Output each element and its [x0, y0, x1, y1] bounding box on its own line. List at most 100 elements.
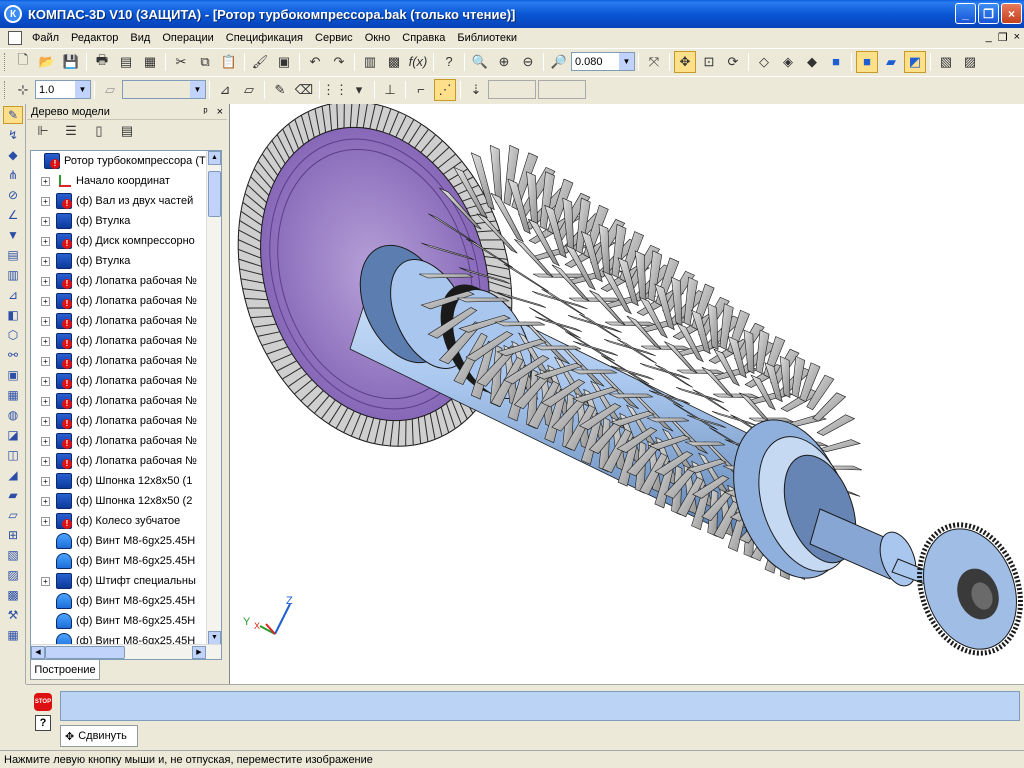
hole-icon[interactable]: ◍ — [3, 406, 23, 424]
section-icon[interactable]: ◩ — [904, 50, 926, 73]
expand-toggle-icon[interactable]: + — [41, 216, 50, 226]
tree-item[interactable]: + (ф) Лопатка рабочая № — [31, 431, 221, 451]
expand-toggle-icon[interactable]: + — [41, 276, 50, 286]
sketch-icon[interactable]: ✎ — [269, 79, 291, 101]
document-icon[interactable] — [8, 31, 22, 45]
macro-icon[interactable]: ⊞ — [3, 526, 23, 544]
minimize-button[interactable]: _ — [955, 3, 976, 24]
scroll-down-icon[interactable]: ▼ — [208, 631, 221, 645]
zoom-window-icon[interactable]: 🔍 — [469, 51, 491, 73]
copy-icon[interactable]: ⧉ — [194, 51, 216, 73]
tree-item[interactable]: + (ф) Диск компрессорно — [31, 231, 221, 251]
zoom-fit-icon[interactable]: ⊡ — [698, 51, 720, 73]
tab-move[interactable]: ✥ Сдвинуть — [60, 725, 138, 747]
tree-item[interactable]: + (ф) Вал из двух частей — [31, 191, 221, 211]
close-button[interactable]: × — [1001, 3, 1022, 24]
tree-item[interactable]: + (ф) Втулка — [31, 251, 221, 271]
menu-edit[interactable]: Редактор — [65, 30, 124, 46]
expand-toggle-icon[interactable]: + — [41, 376, 50, 386]
auxiliary-geometry-icon[interactable]: ⊘ — [3, 186, 23, 204]
expand-toggle-icon[interactable]: + — [41, 196, 50, 206]
sheet-metal-icon[interactable]: ▰ — [3, 486, 23, 504]
parametric-icon[interactable]: ▨ — [3, 566, 23, 584]
coordinates-icon[interactable]: ⇣ — [465, 79, 487, 101]
mdi-close-button[interactable]: × — [1014, 31, 1020, 44]
tree-horizontal-scrollbar[interactable]: ◀ ▶ — [31, 644, 221, 659]
spatial-curves-icon[interactable]: ↯ — [3, 126, 23, 144]
filters-icon[interactable]: ▼ — [3, 226, 23, 244]
scroll-thumb-horizontal[interactable] — [45, 646, 125, 659]
diagnostics-icon[interactable]: ◧ — [3, 306, 23, 324]
tree-item[interactable]: Ротор турбокомпрессора (Т — [31, 151, 221, 171]
tree-item[interactable]: + (ф) Лопатка рабочая № — [31, 411, 221, 431]
expand-toggle-icon[interactable]: + — [41, 336, 50, 346]
tree-item[interactable]: + (ф) Лопатка рабочая № — [31, 351, 221, 371]
tree-item[interactable]: (ф) Винт М8-6gх25.45Н — [31, 591, 221, 611]
view-manager-icon[interactable]: ▨ — [959, 51, 981, 73]
shaded-edges-icon[interactable]: ■ — [856, 50, 878, 73]
menu-specification[interactable]: Спецификация — [220, 30, 309, 46]
round-icon[interactable]: ⌐ — [410, 79, 432, 101]
tree-item[interactable]: + (ф) Колесо зубчатое — [31, 511, 221, 531]
coordinate-system-icon[interactable]: ⊹ — [12, 79, 34, 101]
tab-construction[interactable]: Построение — [30, 660, 100, 680]
edit-tools-icon[interactable]: ✎ — [3, 106, 23, 124]
coord-y-field[interactable] — [538, 80, 586, 99]
shell-icon[interactable]: ◫ — [3, 446, 23, 464]
tree-item[interactable]: + (ф) Втулка — [31, 211, 221, 231]
chevron-down-icon[interactable]: ▼ — [75, 81, 90, 98]
pin-icon[interactable]: ᵖ — [203, 106, 207, 118]
tree-refresh-icon[interactable]: ▤ — [116, 120, 138, 142]
menu-view[interactable]: Вид — [124, 30, 156, 46]
expand-toggle-icon[interactable]: + — [41, 456, 50, 466]
close-icon[interactable]: × — [217, 106, 223, 118]
export-icon[interactable]: ▦ — [139, 51, 161, 73]
tree-item[interactable]: (ф) Винт М8-6gх25.45Н — [31, 611, 221, 631]
tree-vertical-scrollbar[interactable]: ▲ ▼ — [206, 151, 221, 645]
layer-icon[interactable]: ▱ — [99, 79, 121, 101]
tree-item[interactable]: + (ф) Лопатка рабочая № — [31, 311, 221, 331]
mates-icon[interactable]: ⚯ — [3, 346, 23, 364]
menu-libraries[interactable]: Библиотеки — [451, 30, 523, 46]
toolbar-grip[interactable] — [4, 80, 7, 99]
assembly-icon[interactable]: ⬡ — [3, 326, 23, 344]
orthogonal-icon[interactable]: ⊥ — [379, 79, 401, 101]
surface-patch-icon[interactable]: ▱ — [3, 506, 23, 524]
eraser-icon[interactable]: ⌫ — [293, 79, 315, 101]
scroll-right-icon[interactable]: ▶ — [192, 646, 206, 659]
library-manager-icon[interactable]: ▧ — [3, 546, 23, 564]
help-icon[interactable]: ? — [35, 715, 51, 731]
rotor-3d-model[interactable]: Z Y X — [230, 101, 1024, 684]
zoom-scale-icon[interactable]: 🔎 — [548, 51, 570, 73]
preview-icon[interactable]: ▤ — [115, 51, 137, 73]
manager-icon[interactable]: ▥ — [359, 51, 381, 73]
scroll-left-icon[interactable]: ◀ — [31, 646, 45, 659]
surfaces-icon[interactable]: ◆ — [3, 146, 23, 164]
tree-structure-icon[interactable]: ⊩ — [32, 120, 54, 142]
model-viewport[interactable]: Z Y X — [229, 101, 1024, 684]
menu-help[interactable]: Справка — [396, 30, 451, 46]
menu-operations[interactable]: Операции — [156, 30, 219, 46]
mdi-minimize-button[interactable]: _ — [986, 31, 992, 44]
layer-combo[interactable]: ▼ — [122, 80, 206, 99]
scroll-up-icon[interactable]: ▲ — [208, 151, 221, 165]
chevron-down-icon[interactable]: ▼ — [619, 53, 634, 70]
new-document-icon[interactable]: 🗋 — [12, 51, 34, 73]
expand-toggle-icon[interactable]: + — [41, 396, 50, 406]
tree-item[interactable]: + (ф) Шпонка 12х8х50 (1 — [31, 471, 221, 491]
menu-service[interactable]: Сервис — [309, 30, 359, 46]
expand-toggle-icon[interactable]: + — [41, 436, 50, 446]
tree-settings-icon[interactable]: ▯ — [88, 120, 110, 142]
save-icon[interactable]: 💾 — [60, 51, 82, 73]
expand-toggle-icon[interactable]: + — [41, 356, 50, 366]
perspective-icon[interactable]: ▰ — [880, 51, 902, 73]
paste-icon[interactable]: 📋 — [218, 51, 240, 73]
cut-icon[interactable]: ✂ — [170, 51, 192, 73]
hidden-lines-icon[interactable]: ◈ — [777, 51, 799, 73]
toolbar-grip[interactable] — [4, 52, 7, 71]
expand-toggle-icon[interactable]: + — [41, 476, 50, 486]
grid-dropdown-icon[interactable]: ▾ — [348, 79, 370, 101]
expand-toggle-icon[interactable]: + — [41, 496, 50, 506]
table-icon[interactable]: ▦ — [3, 626, 23, 644]
zoom-scale-combo[interactable]: 0.080 ▼ — [571, 52, 635, 71]
